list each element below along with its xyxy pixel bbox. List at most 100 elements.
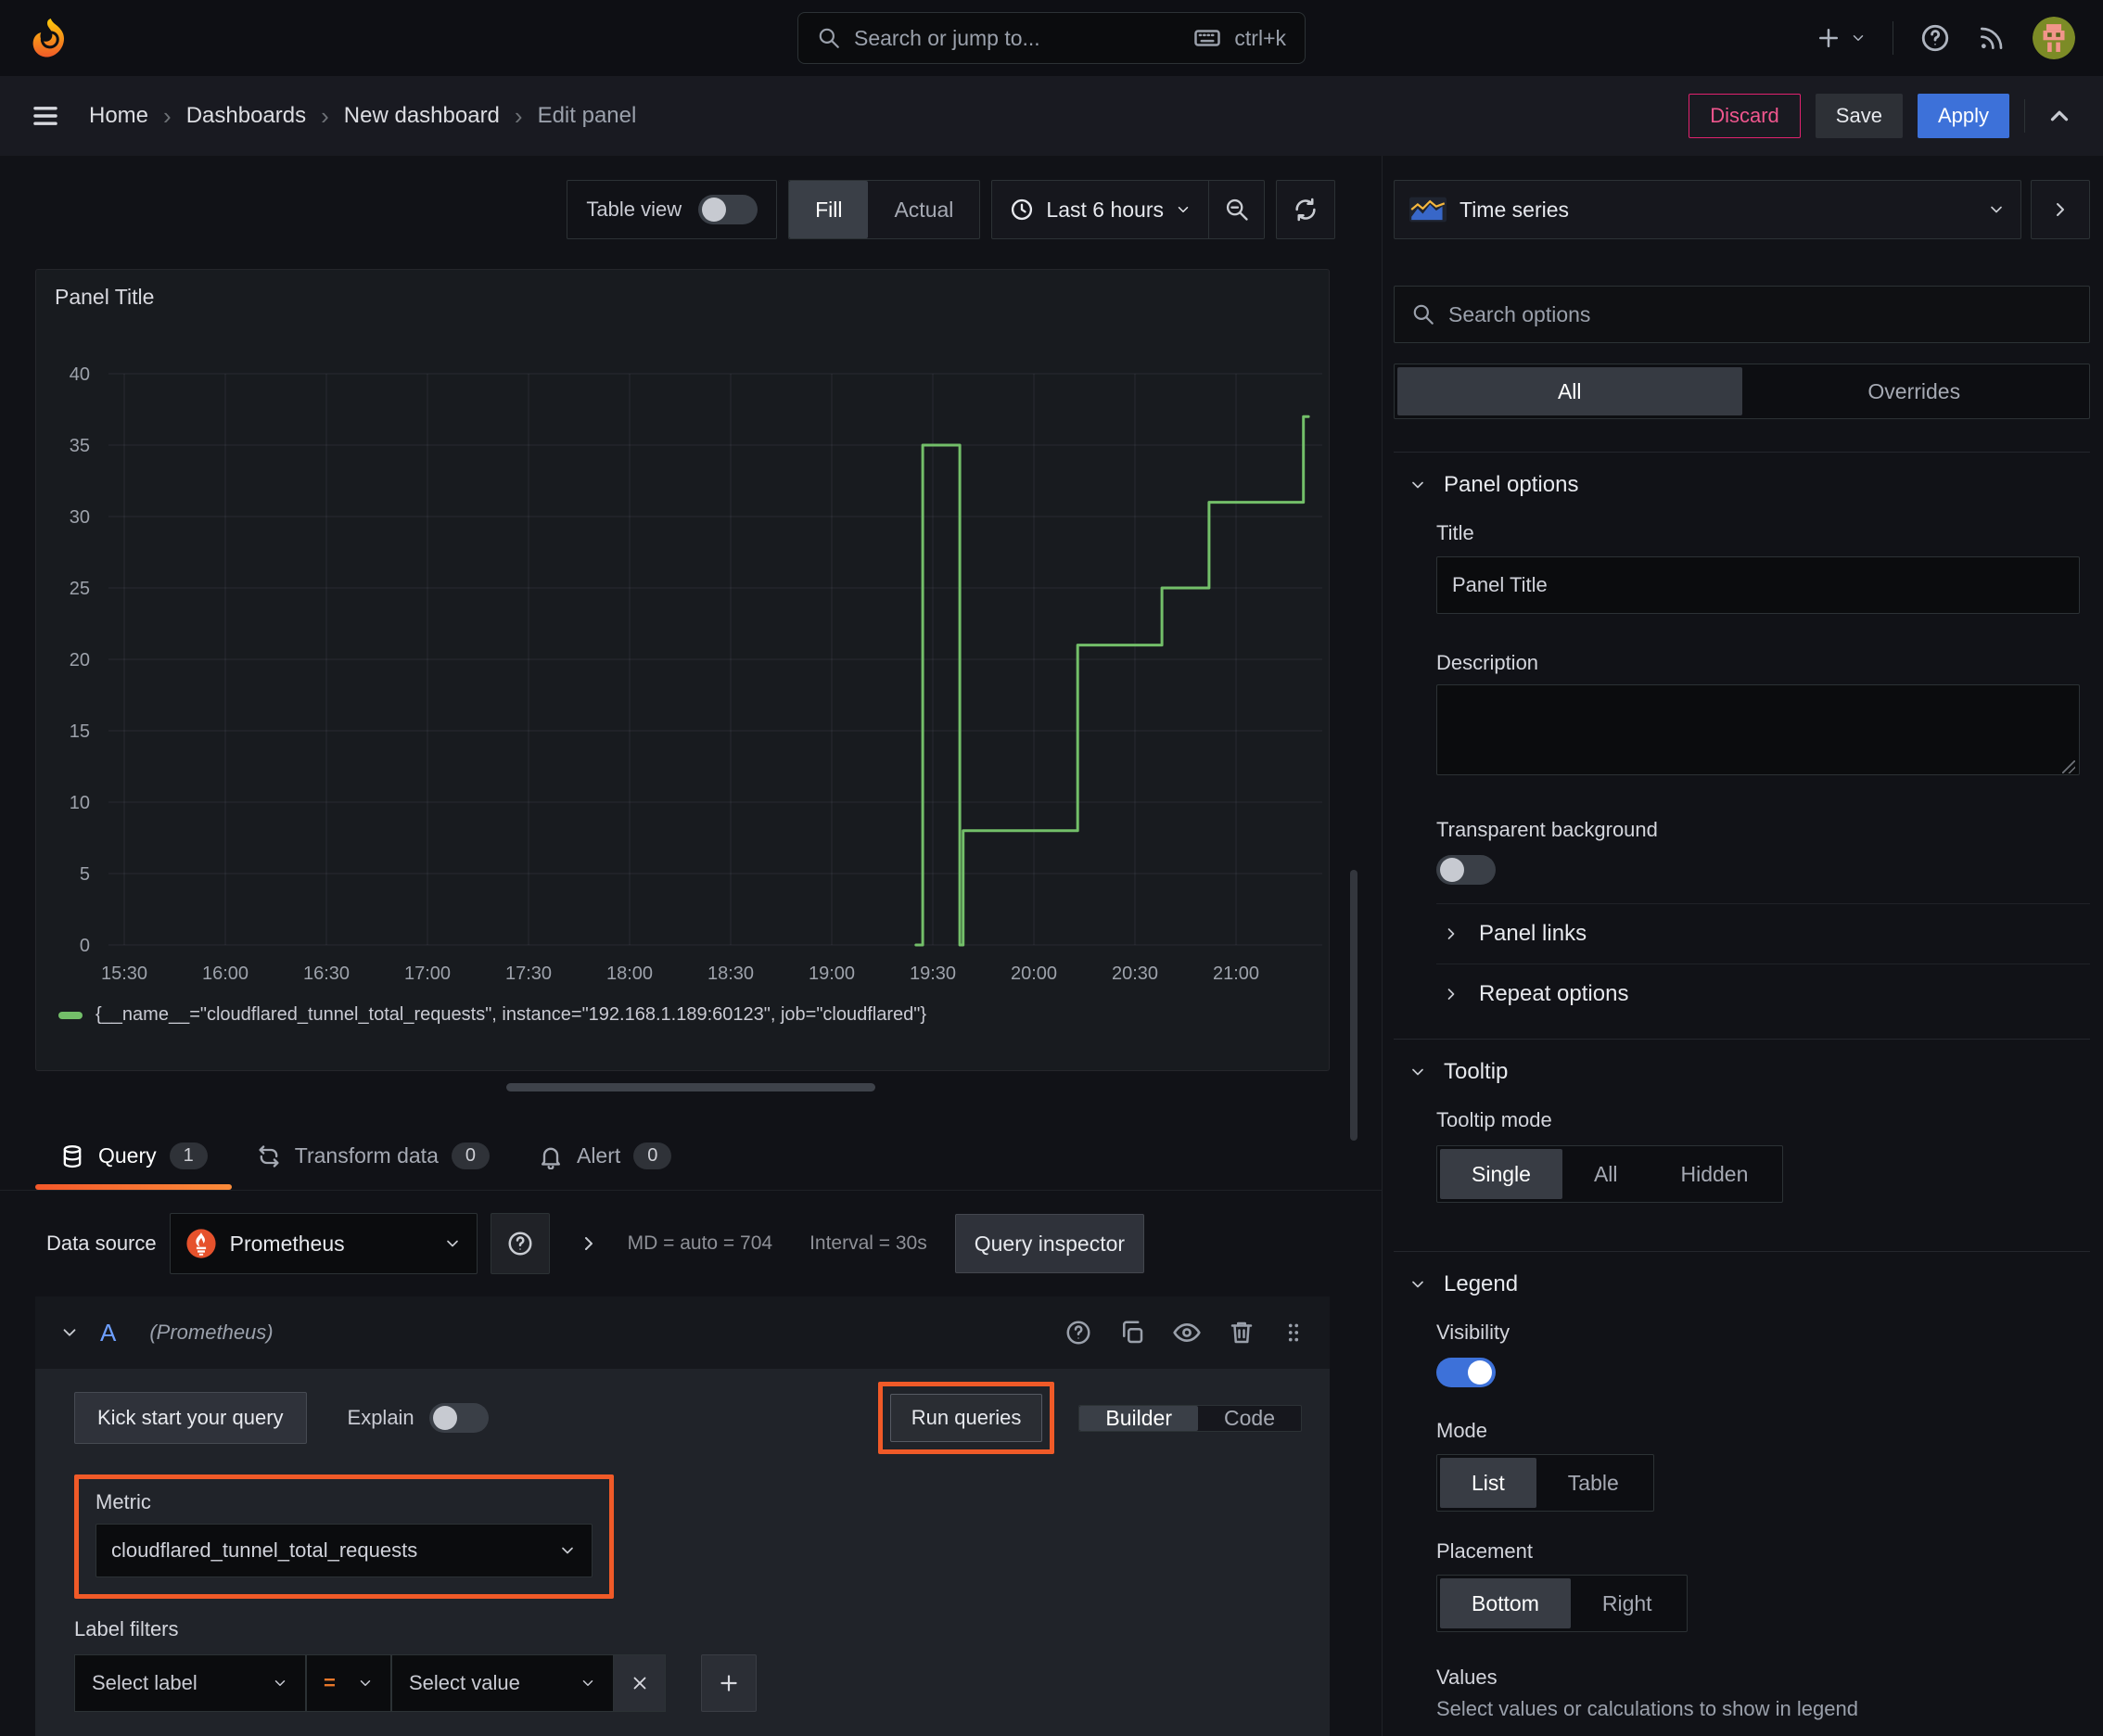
label-filters-row: Select label = Select value xyxy=(74,1654,1302,1712)
repeat-options-row[interactable]: Repeat options xyxy=(1394,964,2090,1024)
metric-label: Metric xyxy=(96,1490,151,1513)
editor-tabs: Query 1 Transform data 0 Alert 0 xyxy=(0,1122,1382,1191)
tab-transform-data[interactable]: Transform data 0 xyxy=(232,1122,514,1190)
panel-options-header[interactable]: Panel options xyxy=(1394,453,2090,517)
breadcrumb: Home › Dashboards › New dashboard › Edit… xyxy=(89,102,636,131)
apply-button[interactable]: Apply xyxy=(1917,94,2009,138)
chevron-right-icon[interactable] xyxy=(578,1232,600,1255)
chevron-right-icon xyxy=(1442,925,1460,943)
chevron-down-icon xyxy=(1987,200,2006,219)
select-label-dropdown[interactable]: Select label xyxy=(74,1654,306,1712)
search-icon xyxy=(1411,302,1435,326)
kick-start-query-button[interactable]: Kick start your query xyxy=(74,1392,307,1444)
svg-text:19:30: 19:30 xyxy=(910,964,956,984)
tab-all[interactable]: All xyxy=(1397,367,1742,415)
datasource-picker[interactable]: Prometheus xyxy=(169,1213,478,1274)
table-view-toggle[interactable] xyxy=(698,195,758,224)
legend-visibility-toggle[interactable] xyxy=(1436,1358,1496,1387)
svg-text:16:00: 16:00 xyxy=(202,964,249,984)
builder-option[interactable]: Builder xyxy=(1079,1405,1199,1431)
hide-query-eye-icon[interactable] xyxy=(1172,1318,1202,1347)
global-search-input[interactable]: Search or jump to... ctrl+k xyxy=(797,12,1306,64)
add-filter-button[interactable] xyxy=(701,1654,757,1712)
options-search-input[interactable] xyxy=(1448,301,2072,327)
zoom-out-icon[interactable] xyxy=(1208,181,1264,238)
tab-overrides[interactable]: Overrides xyxy=(1742,367,2087,415)
resize-grip-icon[interactable] xyxy=(2062,760,2075,773)
breadcrumb-dashboards[interactable]: Dashboards xyxy=(186,103,306,129)
panel-options-pane: Time series All Overrides xyxy=(1382,156,2103,1736)
tooltip-header[interactable]: Tooltip xyxy=(1394,1040,2090,1104)
series-label[interactable]: {__name__="cloudflared_tunnel_total_requ… xyxy=(96,1004,926,1026)
tab-query[interactable]: Query 1 xyxy=(35,1122,232,1190)
tab-alert[interactable]: Alert 0 xyxy=(514,1122,695,1190)
main-scrollbar[interactable] xyxy=(1350,870,1357,1141)
timeseries-viz-icon xyxy=(1409,197,1447,223)
actual-option[interactable]: Actual xyxy=(868,181,979,238)
panel-description-textarea[interactable] xyxy=(1436,684,2080,775)
operator-dropdown[interactable]: = xyxy=(306,1654,391,1712)
legend-mode-list[interactable]: List xyxy=(1440,1458,1536,1508)
help-icon[interactable] xyxy=(1919,22,1951,54)
datasource-help-button[interactable] xyxy=(490,1213,550,1274)
legend-placement-group: Bottom Right xyxy=(1436,1575,1688,1632)
news-rss-icon[interactable] xyxy=(1977,23,2007,53)
menu-hamburger-icon[interactable] xyxy=(30,100,61,132)
top-nav: Search or jump to... ctrl+k xyxy=(0,0,2103,76)
code-option[interactable]: Code xyxy=(1198,1406,1301,1431)
time-range-picker[interactable]: Last 6 hours xyxy=(992,181,1208,238)
new-menu-button[interactable] xyxy=(1815,24,1867,52)
options-search xyxy=(1394,286,2090,343)
panel-links-row[interactable]: Panel links xyxy=(1394,904,2090,964)
table-view-control: Table view xyxy=(567,180,778,239)
transform-icon xyxy=(256,1143,282,1169)
query-count-badge: 1 xyxy=(169,1142,208,1169)
tooltip-mode-all[interactable]: All xyxy=(1562,1149,1650,1199)
panel-title-input[interactable] xyxy=(1436,556,2080,614)
chevron-down-icon xyxy=(582,1680,593,1686)
refresh-button[interactable] xyxy=(1276,180,1335,239)
select-value-dropdown[interactable]: Select value xyxy=(391,1654,614,1712)
chevron-up-icon[interactable] xyxy=(2046,102,2073,130)
svg-text:40: 40 xyxy=(70,364,90,385)
run-queries-highlight: Run queries xyxy=(877,1382,1055,1454)
svg-text:20: 20 xyxy=(70,650,90,670)
panel-resize-handle[interactable] xyxy=(506,1083,875,1091)
chevron-down-icon xyxy=(360,1680,371,1686)
query-inspector-button[interactable]: Query inspector xyxy=(954,1214,1145,1273)
metric-select[interactable]: cloudflared_tunnel_total_requests xyxy=(96,1524,593,1577)
query-help-icon[interactable] xyxy=(1064,1319,1092,1347)
query-row-header[interactable]: A (Prometheus) xyxy=(35,1296,1330,1369)
user-avatar[interactable] xyxy=(2033,17,2075,59)
chevron-down-icon xyxy=(1408,476,1427,494)
fill-option[interactable]: Fill xyxy=(789,181,869,238)
svg-text:20:00: 20:00 xyxy=(1011,964,1057,984)
visualization-picker[interactable]: Time series xyxy=(1394,180,2021,239)
explain-toggle[interactable] xyxy=(428,1403,489,1433)
metric-highlight: Metric cloudflared_tunnel_total_requests xyxy=(74,1474,614,1599)
discard-button[interactable]: Discard xyxy=(1689,94,1801,138)
legend-placement-right[interactable]: Right xyxy=(1571,1578,1684,1628)
svg-text:25: 25 xyxy=(70,579,90,599)
legend-mode-table[interactable]: Table xyxy=(1536,1458,1651,1508)
save-button[interactable]: Save xyxy=(1815,94,1903,138)
duplicate-query-icon[interactable] xyxy=(1118,1319,1146,1347)
tooltip-mode-single[interactable]: Single xyxy=(1440,1149,1562,1199)
drag-grip-icon[interactable] xyxy=(1281,1321,1306,1345)
transparent-background-toggle[interactable] xyxy=(1436,855,1496,885)
tooltip-mode-hidden[interactable]: Hidden xyxy=(1650,1149,1780,1199)
legend-placement-label: Placement xyxy=(1436,1539,1533,1563)
chevron-down-icon[interactable] xyxy=(59,1322,80,1343)
breadcrumb-separator: › xyxy=(321,101,329,130)
delete-query-trash-icon[interactable] xyxy=(1228,1319,1255,1347)
breadcrumb-home[interactable]: Home xyxy=(89,103,148,129)
legend-header[interactable]: Legend xyxy=(1394,1252,2090,1317)
run-queries-button[interactable]: Run queries xyxy=(889,1394,1043,1442)
remove-filter-button[interactable] xyxy=(614,1654,666,1712)
viz-suggestions-button[interactable] xyxy=(2031,180,2090,239)
timeseries-chart[interactable]: 0 5 10 15 20 25 30 35 40 15:30 16:00 16:30 17:00 17:3… xyxy=(36,270,1329,1070)
series-color-dash[interactable] xyxy=(58,1011,83,1019)
breadcrumb-new-dashboard[interactable]: New dashboard xyxy=(344,103,500,129)
legend-placement-bottom[interactable]: Bottom xyxy=(1440,1578,1571,1628)
grafana-logo-icon[interactable] xyxy=(28,16,72,60)
